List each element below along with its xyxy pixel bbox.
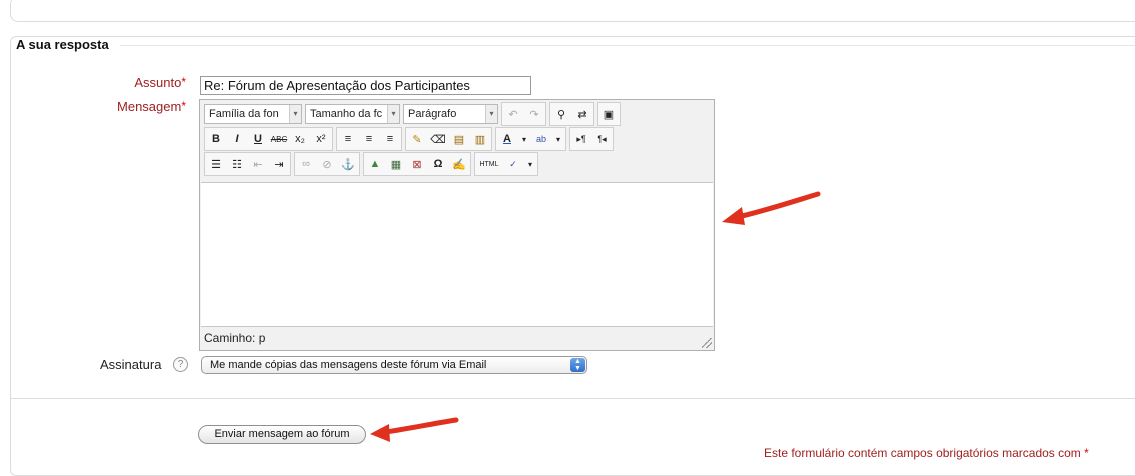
highlight-color-icon[interactable]: ab — [531, 129, 551, 149]
legend-divider — [120, 45, 1135, 46]
color-group: A ▾ ab ▾ — [495, 127, 566, 151]
format-select[interactable]: Parágrafo ▾ — [403, 104, 498, 124]
clean-code-icon[interactable]: ✎ — [407, 129, 427, 149]
html-source-icon[interactable]: HTML — [476, 154, 502, 174]
indent-icon[interactable]: ⇥ — [269, 154, 289, 174]
resize-handle-icon[interactable] — [702, 338, 712, 348]
html-spell-group: HTML ✓ ▾ — [474, 152, 538, 176]
message-label: Mensagem* — [66, 99, 186, 114]
list-group: ☰ ☷ ⇤ ⇥ — [204, 152, 291, 176]
direction-group: ▸¶ ¶◂ — [569, 127, 614, 151]
spellcheck-icon[interactable]: ✓ — [503, 154, 523, 174]
numbered-list-icon[interactable]: ☷ — [227, 154, 247, 174]
omega-icon[interactable]: Ω — [428, 154, 448, 174]
subscription-select[interactable]: Me mande cópias das mensagens deste fóru… — [201, 356, 587, 374]
clean-group: ✎ ⌫ ▤ ▥ — [405, 127, 492, 151]
outdent-icon[interactable]: ⇤ — [248, 154, 268, 174]
chevron-down-icon[interactable]: ▾ — [552, 129, 564, 149]
form-divider — [10, 398, 1135, 399]
align-left-icon[interactable]: ≡ — [338, 129, 358, 149]
strikethrough-icon[interactable]: ABC — [269, 129, 289, 149]
paste-word-icon[interactable]: ▥ — [470, 129, 490, 149]
required-fields-note: Este formulário contém campos obrigatóri… — [764, 446, 1089, 460]
dropdown-arrow-icon: ▾ — [485, 105, 497, 123]
help-icon[interactable]: ? — [173, 357, 188, 372]
undo-icon[interactable]: ↶ — [503, 104, 523, 124]
format-value: Parágrafo — [408, 108, 457, 120]
image-icon[interactable]: ▲ — [365, 154, 385, 174]
font-family-value: Família da fon — [209, 108, 279, 120]
undo-redo-group: ↶ ↷ — [501, 102, 546, 126]
replace-icon[interactable]: ⇄ — [572, 104, 592, 124]
subscript-icon[interactable]: x₂ — [290, 129, 310, 149]
chevron-down-icon[interactable]: ▾ — [518, 129, 530, 149]
previous-section-box — [10, 0, 1135, 22]
fullscreen-icon[interactable]: ▣ — [599, 104, 619, 124]
paste-text-icon[interactable]: ▤ — [449, 129, 469, 149]
text-style-group: B I U ABC x₂ x² — [204, 127, 333, 151]
moodle-media-icon[interactable]: ⊠ — [407, 154, 427, 174]
submit-post-button[interactable]: Enviar mensagem ao fórum — [198, 425, 366, 444]
required-mark: * — [181, 99, 186, 113]
subject-input[interactable] — [200, 76, 531, 95]
link-icon[interactable]: ∞ — [296, 154, 316, 174]
subscription-value: Me mande cópias das mensagens deste fóru… — [210, 359, 487, 371]
font-size-value: Tamanho da fc — [310, 108, 383, 120]
fullscreen-group: ▣ — [597, 102, 621, 126]
font-family-select[interactable]: Família da fon ▾ — [204, 104, 302, 124]
dropdown-arrow-icon: ▾ — [289, 105, 301, 123]
subject-label: Assunto* — [66, 75, 186, 90]
chevron-down-icon[interactable]: ▾ — [524, 154, 536, 174]
eraser-icon[interactable]: ⌫ — [428, 129, 448, 149]
required-fields-note-text: Este formulário contém campos obrigatóri… — [764, 446, 1081, 460]
bullet-list-icon[interactable]: ☰ — [206, 154, 226, 174]
subject-label-text: Assunto — [134, 75, 182, 90]
unlink-icon[interactable]: ⊘ — [317, 154, 337, 174]
underline-icon[interactable]: U — [248, 129, 268, 149]
anchor-icon[interactable]: ⚓ — [338, 154, 358, 174]
font-size-select[interactable]: Tamanho da fc ▾ — [305, 104, 400, 124]
align-center-icon[interactable]: ≡ — [359, 129, 379, 149]
bold-icon[interactable]: B — [206, 129, 226, 149]
insert-group: ▲ ▦ ⊠ Ω ✍ — [363, 152, 471, 176]
required-mark: * — [1084, 446, 1089, 460]
search-group: ⚲ ⇄ — [549, 102, 594, 126]
toolbar-row-3: ☰ ☷ ⇤ ⇥ ∞ ⊘ ⚓ ▲ ▦ ⊠ Ω ✍ HTML ✓ ▾ — [204, 152, 538, 176]
find-icon[interactable]: ⚲ — [551, 104, 571, 124]
link-group: ∞ ⊘ ⚓ — [294, 152, 360, 176]
toolbar-row-2: B I U ABC x₂ x² ≡ ≡ ≡ ✎ ⌫ ▤ ▥ A ▾ ab ▾ ▸… — [204, 127, 614, 151]
toolbar-row-1: Família da fon ▾ Tamanho da fc ▾ Parágra… — [204, 102, 621, 126]
section-legend: A sua resposta — [16, 37, 113, 52]
rtl-icon[interactable]: ¶◂ — [592, 129, 612, 149]
superscript-icon[interactable]: x² — [311, 129, 331, 149]
italic-icon[interactable]: I — [227, 129, 247, 149]
annotation-arrow-submit — [370, 417, 459, 442]
required-mark: * — [181, 75, 186, 89]
signature-label: Assinatura — [100, 357, 162, 372]
align-group: ≡ ≡ ≡ — [336, 127, 402, 151]
message-label-text: Mensagem — [117, 99, 182, 114]
emoticon-icon[interactable]: ✍ — [449, 154, 469, 174]
media-icon[interactable]: ▦ — [386, 154, 406, 174]
dropdown-arrow-icon: ▾ — [387, 105, 399, 123]
redo-icon[interactable]: ↷ — [524, 104, 544, 124]
select-stepper-icon: ▲ ▼ — [570, 358, 585, 372]
rich-text-editor: Família da fon ▾ Tamanho da fc ▾ Parágra… — [199, 99, 715, 351]
message-editor-area[interactable] — [201, 182, 713, 327]
text-color-icon[interactable]: A — [497, 129, 517, 149]
annotation-arrow-editor — [722, 191, 821, 225]
editor-path: Caminho: p — [204, 331, 266, 345]
ltr-icon[interactable]: ▸¶ — [571, 129, 591, 149]
align-right-icon[interactable]: ≡ — [380, 129, 400, 149]
